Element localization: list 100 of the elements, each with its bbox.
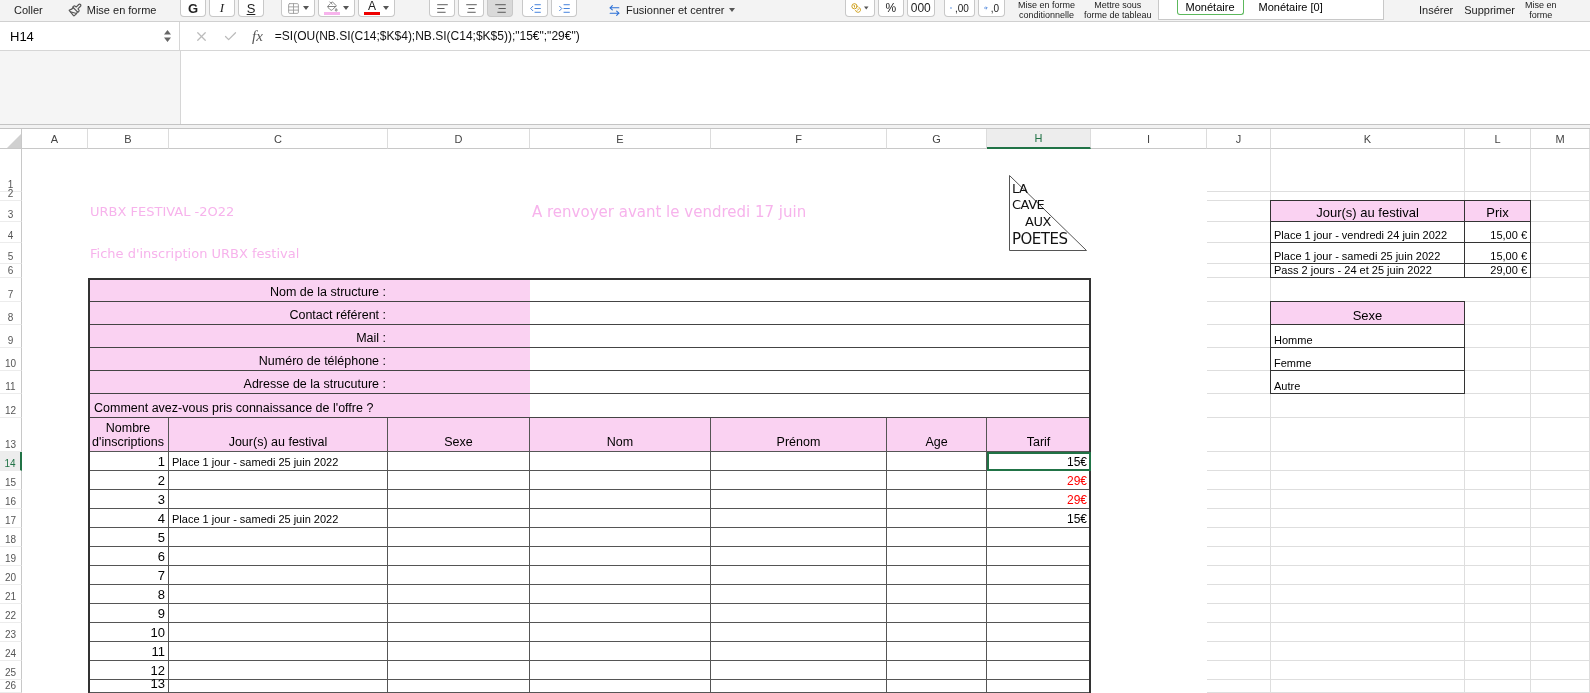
- row-header[interactable]: 24: [0, 642, 22, 661]
- table-cell[interactable]: [169, 490, 388, 509]
- grid-cell[interactable]: [1531, 661, 1590, 680]
- grid-cell[interactable]: [1465, 149, 1531, 192]
- grid-cell[interactable]: [1531, 566, 1590, 585]
- column-header[interactable]: E: [530, 129, 711, 149]
- grid-cell[interactable]: [1271, 680, 1465, 693]
- grid-cell[interactable]: [1271, 585, 1465, 604]
- grid-cell[interactable]: [1465, 680, 1531, 693]
- table-cell[interactable]: [530, 585, 711, 604]
- table-cell[interactable]: [887, 490, 987, 509]
- grid-cell[interactable]: [1271, 661, 1465, 680]
- grid-cell[interactable]: [1271, 418, 1465, 452]
- table-cell[interactable]: [887, 547, 987, 566]
- grid-cell[interactable]: [1531, 302, 1590, 325]
- grid-cell[interactable]: [1531, 394, 1590, 418]
- decimal-decrease-button[interactable]: ,0: [977, 0, 1005, 17]
- table-cell[interactable]: [887, 566, 987, 585]
- column-header[interactable]: B: [88, 129, 169, 149]
- row-header[interactable]: 7: [0, 278, 22, 302]
- merge-button[interactable]: Fusionner et centrer: [604, 0, 740, 20]
- ribbon-button[interactable]: Insérer: [1415, 0, 1458, 20]
- grid-cell[interactable]: [1207, 490, 1271, 509]
- grid-cell[interactable]: [1207, 394, 1271, 418]
- table-cell[interactable]: [169, 585, 388, 604]
- indent-increase-button[interactable]: [551, 0, 577, 17]
- grid-cell[interactable]: [1207, 585, 1271, 604]
- table-cell[interactable]: [169, 680, 388, 693]
- table-cell[interactable]: [711, 642, 887, 661]
- borders-button[interactable]: [281, 0, 315, 17]
- table-cell[interactable]: [169, 661, 388, 680]
- table-cell[interactable]: [388, 642, 530, 661]
- ribbon-button[interactable]: Mise en forme: [1522, 0, 1560, 20]
- row-header[interactable]: 9: [0, 325, 22, 348]
- grid-cell[interactable]: [1465, 604, 1531, 623]
- table-cell[interactable]: [530, 623, 711, 642]
- row-header[interactable]: 3: [0, 201, 22, 222]
- table-cell[interactable]: [530, 547, 711, 566]
- table-cell[interactable]: [887, 528, 987, 547]
- italic-button[interactable]: I: [209, 0, 235, 17]
- grid-cell[interactable]: [1465, 547, 1531, 566]
- row-header[interactable]: 25: [0, 661, 22, 680]
- row-header[interactable]: 13: [0, 418, 22, 452]
- row-header[interactable]: 22: [0, 604, 22, 623]
- column-header[interactable]: A: [22, 129, 88, 149]
- table-cell[interactable]: [530, 509, 711, 528]
- function-button[interactable]: fx: [252, 27, 263, 45]
- tarif-cell[interactable]: 29€: [987, 471, 1091, 490]
- grid-cell[interactable]: [1271, 490, 1465, 509]
- grid-cell[interactable]: [1207, 623, 1271, 642]
- table-cell[interactable]: [711, 471, 887, 490]
- table-cell[interactable]: [887, 585, 987, 604]
- table-cell[interactable]: [530, 604, 711, 623]
- column-header[interactable]: G: [887, 129, 987, 149]
- row-header[interactable]: 17: [0, 509, 22, 528]
- table-cell[interactable]: [711, 661, 887, 680]
- grid-cell[interactable]: [1465, 490, 1531, 509]
- table-cell[interactable]: [711, 490, 887, 509]
- table-cell[interactable]: [887, 509, 987, 528]
- row-header[interactable]: 4: [0, 222, 22, 243]
- paste-button[interactable]: Coller: [10, 0, 47, 20]
- grid-cell[interactable]: [1531, 528, 1590, 547]
- grid-cell[interactable]: [1465, 585, 1531, 604]
- grid-cell[interactable]: [1271, 471, 1465, 490]
- table-cell[interactable]: [169, 623, 388, 642]
- grid-cell[interactable]: [1531, 348, 1590, 371]
- ribbon-button[interactable]: Mise en forme conditionnelle: [1015, 0, 1079, 20]
- grid-cell[interactable]: [1465, 528, 1531, 547]
- table-cell[interactable]: [169, 642, 388, 661]
- grid-cell[interactable]: [1207, 149, 1271, 192]
- row-header[interactable]: 26: [0, 680, 22, 693]
- grid-cell[interactable]: [1531, 604, 1590, 623]
- column-header[interactable]: L: [1465, 129, 1531, 149]
- fill-color-button[interactable]: [318, 0, 355, 17]
- grid-cell[interactable]: [1271, 452, 1465, 471]
- grid-cell[interactable]: [1271, 547, 1465, 566]
- column-header[interactable]: D: [388, 129, 530, 149]
- grid-cell[interactable]: [1531, 371, 1590, 394]
- grid-cell[interactable]: [1271, 149, 1465, 192]
- ribbon-button[interactable]: Mettre sous forme de tableau: [1081, 0, 1155, 20]
- grid-cell[interactable]: [1207, 278, 1271, 302]
- table-cell[interactable]: [887, 642, 987, 661]
- tarif-cell[interactable]: 15€: [987, 452, 1091, 471]
- column-header[interactable]: H: [987, 129, 1091, 149]
- row-header[interactable]: 15: [0, 471, 22, 490]
- row-header[interactable]: 12: [0, 394, 22, 418]
- row-header[interactable]: 20: [0, 566, 22, 585]
- grid-cell[interactable]: [1531, 149, 1590, 192]
- grid-cell[interactable]: [1465, 509, 1531, 528]
- table-cell[interactable]: [388, 509, 530, 528]
- percent-button[interactable]: %: [877, 0, 904, 17]
- column-header[interactable]: F: [711, 129, 887, 149]
- table-cell[interactable]: [530, 661, 711, 680]
- font-color-button[interactable]: A: [358, 0, 395, 17]
- table-cell[interactable]: [388, 680, 530, 693]
- row-header[interactable]: 16: [0, 490, 22, 509]
- table-cell[interactable]: [530, 452, 711, 471]
- grid-cell[interactable]: [1531, 452, 1590, 471]
- table-cell[interactable]: [711, 604, 887, 623]
- table-cell[interactable]: [388, 471, 530, 490]
